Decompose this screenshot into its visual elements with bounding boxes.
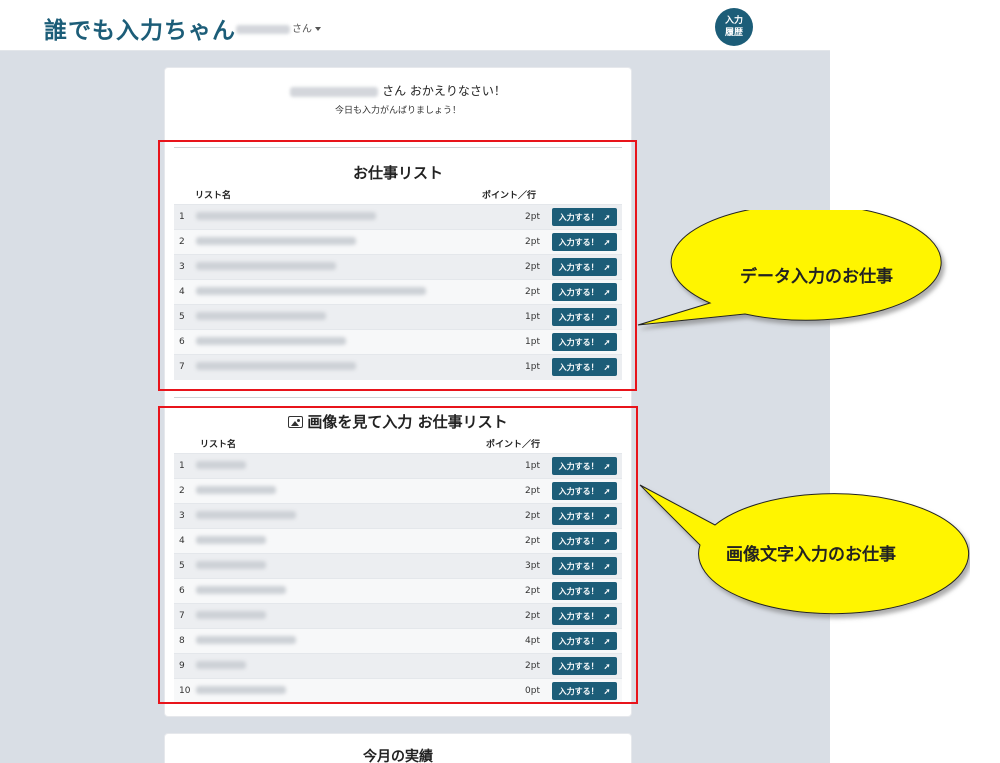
- user-name-blurred: [290, 86, 379, 97]
- history-label-2: 履歴: [724, 28, 743, 38]
- input-history-button[interactable]: 入力 履歴: [715, 8, 753, 46]
- highlight-box-image-jobs: [158, 406, 638, 704]
- screen: 誰でも入力ちゃん さん 入力 履歴 さん おかえりなさい！ 今日も入力がんばりま…: [0, 0, 1000, 763]
- callout-data-entry: データ入力のお仕事: [740, 267, 893, 287]
- brand-logo[interactable]: 誰でも入力ちゃん: [44, 11, 236, 45]
- monthly-results-title: 今月の実績: [363, 749, 433, 763]
- divider: [174, 397, 622, 398]
- user-suffix: さん: [292, 24, 312, 35]
- user-name-blurred: [236, 24, 290, 34]
- greeting-suffix: さん おかえりなさい！: [382, 84, 506, 98]
- caret-down-icon: [315, 27, 321, 31]
- greeting-line-1: さん おかえりなさい！: [164, 82, 632, 99]
- user-menu[interactable]: さん: [236, 20, 321, 35]
- callout-image-entry: 画像文字入力のお仕事: [726, 545, 896, 565]
- greeting-line-2: 今日も入力がんばりましょう！: [334, 106, 461, 116]
- navbar: 誰でも入力ちゃん さん 入力 履歴: [0, 0, 830, 51]
- history-label-1: 入力: [724, 16, 743, 26]
- highlight-box-data-jobs: [158, 140, 637, 391]
